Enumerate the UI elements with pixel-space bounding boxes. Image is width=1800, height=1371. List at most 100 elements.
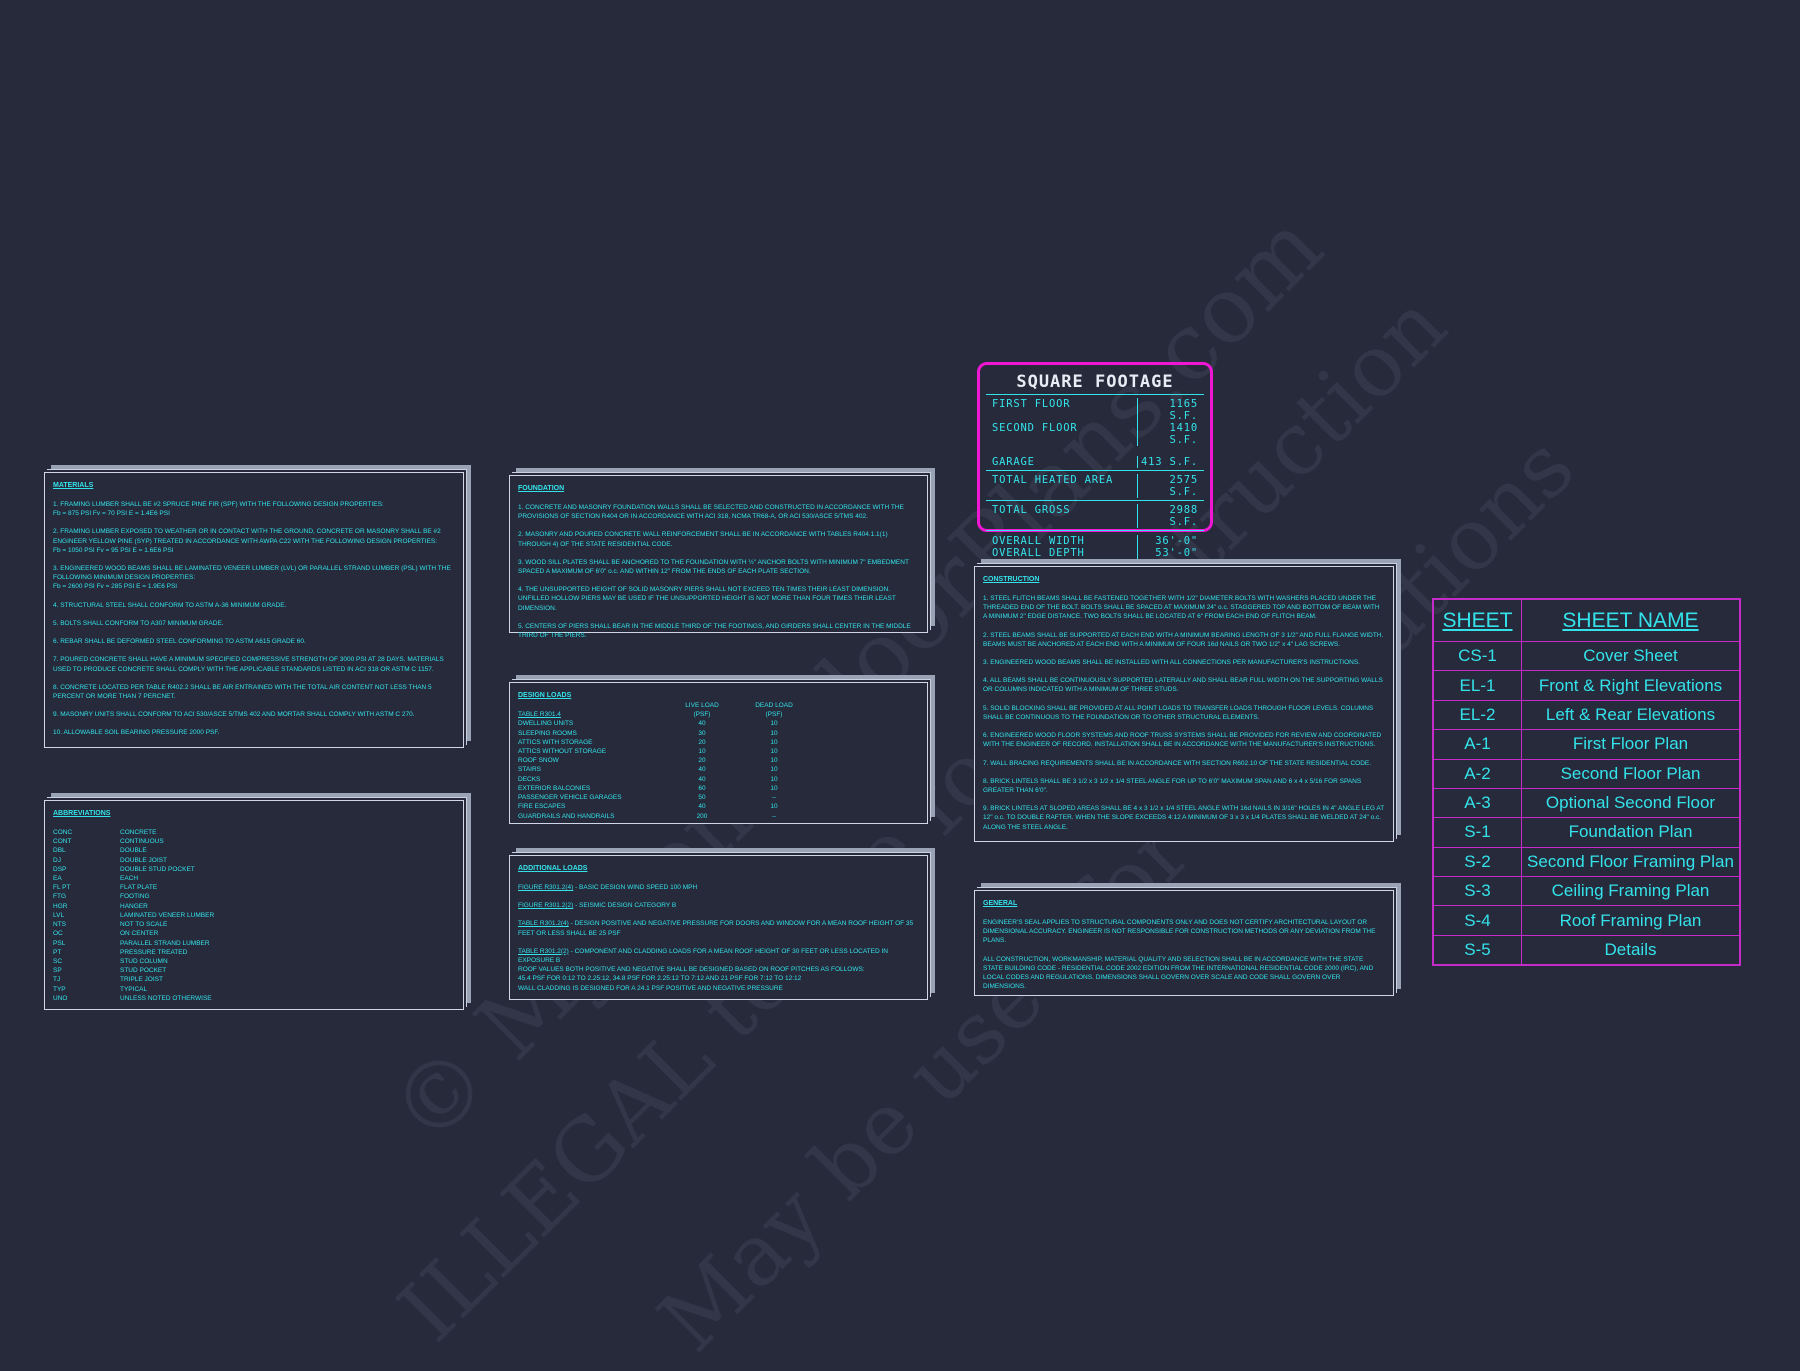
design-load-name: EXTERIOR BALCONIES [518, 784, 591, 792]
design-loads-rows: DWELLING UNITS 40 10 SLEEPING ROOMS 30 10 ATTI… [518, 719, 919, 820]
general-panel: GENERAL ENGINEER'S SEAL APPLIES TO STRUC… [974, 883, 1401, 996]
design-load-name: STAIRS [518, 766, 541, 774]
overall-width-value: 36'-0" [1155, 535, 1198, 547]
overall-depth-value: 53'-0" [1155, 547, 1198, 559]
construction-item: 1. STEEL FLITCH BEAMS SHALL BE FASTENED … [983, 594, 1380, 621]
abbreviation-row: SC STUD COLUMN [53, 957, 455, 966]
sheet-index-row: S-1 Foundation Plan [1434, 817, 1739, 847]
design-load-live: 50 [698, 794, 706, 802]
abbreviation-meaning: STUD COLUMN [120, 958, 168, 965]
abbreviation-row: CONT CONTINUOUS [53, 837, 455, 846]
abbreviation-meaning: PARALLEL STRAND LUMBER [120, 939, 210, 947]
design-load-dead: -- [771, 812, 777, 820]
materials-list: 1. FRAMING LUMBER SHALL BE #2 SPRUCE PIN… [53, 500, 455, 738]
design-load-name: SLEEPING ROOMS [518, 729, 577, 737]
sheet-name: Optional Second Floor [1545, 793, 1716, 813]
design-load-dead: 10 [770, 729, 778, 737]
design-load-dead: 10 [770, 757, 778, 765]
construction-item: 8. BRICK LINTELS SHALL BE 3 1/2 x 3 1/2 … [983, 777, 1362, 794]
additional-load-ref: TABLE R301.2(4) [518, 920, 569, 928]
sheet-index-row: S-2 Second Floor Framing Plan [1434, 846, 1739, 876]
design-load-live: 20 [698, 757, 706, 765]
sheet-number: CS-1 [1434, 642, 1522, 671]
abbreviation-code: TJ [53, 976, 61, 984]
abbreviation-meaning: EACH [120, 875, 139, 883]
first-floor-value: 1165 S.F. [1169, 398, 1198, 422]
foundation-item: 1. CONCRETE AND MASONRY FOUNDATION WALLS… [518, 503, 904, 521]
foundation-panel: FOUNDATION 1. CONCRETE AND MASONRY FOUND… [509, 468, 935, 639]
materials-item: 7. POURED CONCRETE SHALL HAVE A MINIMUM … [53, 656, 444, 673]
sheet-number: EL-1 [1434, 671, 1522, 700]
design-load-dead: 10 [770, 738, 778, 746]
sheet-number: S-1 [1434, 818, 1522, 847]
design-loads-units: TABLE R301.4 (PSF) (PSF) [518, 710, 919, 719]
design-load-dead: 10 [770, 803, 778, 811]
design-load-row: STAIRS 40 10 [518, 765, 919, 774]
dead-load-unit: (PSF) [765, 711, 783, 719]
design-load-name: ROOF SNOW [518, 757, 559, 765]
materials-item: Fb = 1050 PSI Fv = 95 PSI E = 1.6E6 PSI [53, 546, 174, 554]
sheet-name: Second Floor Framing Plan [1527, 851, 1734, 871]
general-note-2: ALL CONSTRUCTION, WORKMANSHIP, MATERIAL … [983, 955, 1374, 991]
design-load-dead: 10 [770, 775, 778, 783]
total-gross-value: 2988 S.F. [1169, 504, 1198, 528]
abbreviation-meaning: ON CENTER [120, 930, 159, 938]
abbreviation-code: NTS [53, 921, 66, 929]
additional-load-ref: FIGURE R301.2(2) [518, 902, 574, 910]
abbreviation-code: FTG [53, 893, 66, 901]
sheet-name: Cover Sheet [1583, 646, 1678, 666]
design-load-live: 10 [698, 748, 706, 756]
abbreviation-meaning: CONTINUOUS [120, 838, 164, 846]
sheet-name: Front & Right Elevations [1538, 675, 1723, 695]
second-floor-value: 1410 S.F. [1169, 422, 1198, 446]
additional-loads-list: FIGURE R301.2(4) - BASIC DESIGN WIND SPE… [518, 883, 919, 993]
abbreviation-code: DSP [53, 865, 67, 873]
design-load-live: 40 [698, 720, 706, 728]
abbreviation-code: TYP [53, 985, 66, 993]
sheet-number: S-5 [1434, 935, 1522, 965]
garage-value: 413 S.F. [1141, 456, 1198, 468]
abbreviation-row: TJ TRIPLE JOIST [53, 975, 455, 984]
materials-item: 8. CONCRETE LOCATED PER TABLE R402.2 SHA… [53, 683, 432, 700]
design-load-name: PASSENGER VEHICLE GARAGES [518, 794, 622, 802]
sheet-number: S-3 [1434, 876, 1522, 906]
additional-load-text: - SEISMIC DESIGN CATEGORY B [573, 902, 677, 910]
foundation-list: 1. CONCRETE AND MASONRY FOUNDATION WALLS… [518, 503, 919, 640]
abbreviation-code: PSL [53, 939, 66, 947]
sheet-number: S-4 [1434, 906, 1522, 935]
sheet-name: Foundation Plan [1568, 822, 1693, 842]
sheet-column-header: SHEET [1434, 600, 1522, 642]
construction-item: 6. ENGINEERED WOOD FLOOR SYSTEMS AND ROO… [983, 732, 1382, 749]
abbreviation-meaning: FOOTING [120, 893, 150, 901]
additional-load-item: TABLE R301.2(4) - DESIGN POSITIVE AND NE… [518, 919, 919, 937]
sheet-index-header: SHEET SHEET NAME [1434, 600, 1739, 642]
total-heated-value: 2575 S.F. [1169, 474, 1198, 498]
design-load-live: 200 [696, 812, 708, 820]
sheet-name: Ceiling Framing Plan [1551, 881, 1710, 901]
abbreviation-code: SC [53, 958, 63, 965]
design-load-live: 30 [698, 729, 706, 737]
abbreviation-row: DBL DOUBLE [53, 846, 455, 855]
construction-panel: CONSTRUCTION 1. STEEL FLITCH BEAMS SHALL… [974, 559, 1401, 842]
design-load-row: FIRE ESCAPES 40 10 [518, 802, 919, 811]
design-load-name: ATTICS WITHOUT STORAGE [518, 748, 607, 756]
sheet-name: Roof Framing Plan [1559, 910, 1702, 930]
foundation-item: 2. MASONRY AND POURED CONCRETE WALL REIN… [518, 531, 888, 548]
materials-item: Fb = 2600 PSI Fv = 285 PSI E = 1.9E6 PSI [53, 583, 178, 591]
design-load-live: 60 [698, 784, 706, 792]
sheet-name: First Floor Plan [1572, 734, 1689, 754]
abbreviation-meaning: DOUBLE [120, 847, 147, 855]
abbreviation-row: HGR HANGER [53, 902, 455, 911]
additional-load-item: FIGURE R301.2(2) - SEISMIC DESIGN CATEGO… [518, 901, 919, 910]
sheet-name: Details [1604, 939, 1657, 959]
live-load-unit: (PSF) [693, 711, 711, 719]
design-load-row: ROOF SNOW 20 10 [518, 756, 919, 765]
materials-item: 3. ENGINEERED WOOD BEAMS SHALL BE LAMINA… [53, 565, 451, 582]
design-load-name: ATTICS WITH STORAGE [518, 738, 593, 746]
design-loads-table-ref: TABLE R301.4 [518, 711, 561, 719]
abbreviation-code: UNO [53, 994, 68, 1002]
sheet-index-row: S-4 Roof Framing Plan [1434, 905, 1739, 935]
abbreviation-code: FL PT [53, 884, 71, 892]
abbreviation-row: CONC CONCRETE [53, 828, 455, 837]
abbreviation-row: NTS NOT TO SCALE [53, 920, 455, 929]
